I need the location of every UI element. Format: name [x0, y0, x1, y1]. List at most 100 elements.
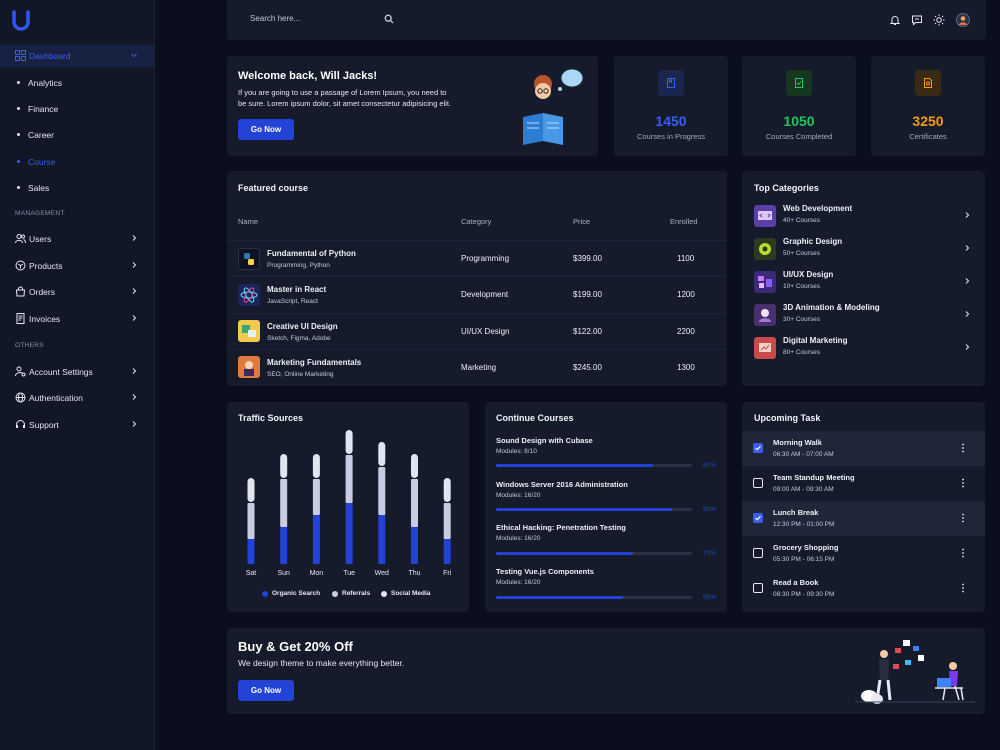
progress-percent: 70%: [702, 550, 716, 557]
category-name[interactable]: Digital Marketing: [783, 336, 847, 345]
bar-social-media-sun: [280, 454, 288, 478]
more-vertical-icon[interactable]: [959, 582, 967, 594]
sidebar-item-label: Dashboard: [29, 51, 71, 61]
sidebar-item-label: Sales: [28, 183, 50, 193]
traffic-sources-title: Traffic Sources: [238, 413, 304, 423]
task-checkbox[interactable]: [753, 513, 763, 523]
chevron-down-icon: [131, 53, 137, 58]
go-now-button[interactable]: Go Now: [238, 119, 294, 140]
sidebar-item-career[interactable]: Career: [0, 125, 155, 145]
category-name[interactable]: 3D Animation & Modeling: [783, 303, 880, 312]
task-title: Team Standup Meeting: [773, 473, 855, 482]
chevron-right-icon[interactable]: [963, 277, 971, 285]
promo-go-now-button[interactable]: Go Now: [238, 680, 294, 701]
task-row[interactable]: Lunch Break 12:30 PM - 01:00 PM: [742, 501, 985, 536]
sidebar-item-authentication[interactable]: Authentication: [0, 387, 155, 409]
task-checkbox[interactable]: [753, 443, 763, 453]
sidebar-item-invoices[interactable]: Invoices: [0, 308, 155, 330]
logo-icon[interactable]: [12, 10, 30, 32]
continue-course-title[interactable]: Testing Vue.js Components: [496, 567, 594, 576]
category-name[interactable]: Web Development: [783, 204, 852, 213]
task-time: 12:30 PM - 01:00 PM: [773, 521, 835, 528]
chevron-right-icon[interactable]: [963, 343, 971, 351]
react-icon: [238, 284, 260, 306]
sidebar-item-account-settings[interactable]: Account Settings: [0, 361, 155, 383]
course-tags: SEO, Online Marketing: [267, 371, 334, 378]
chevron-right-icon[interactable]: [963, 244, 971, 252]
axis-tick-label: Thu: [408, 570, 421, 577]
featured-course-card: [227, 171, 727, 386]
task-checkbox[interactable]: [753, 548, 763, 558]
globe-icon: [15, 392, 26, 403]
course-tags: JavaScript, React: [267, 298, 318, 305]
column-header-category: Category: [461, 217, 492, 226]
task-row[interactable]: Read a Book 08:30 PM - 09:30 PM: [742, 571, 985, 606]
course-price: $399.00: [573, 254, 602, 263]
chat-icon[interactable]: [911, 14, 923, 26]
course-name[interactable]: Marketing Fundamentals: [267, 358, 361, 367]
more-vertical-icon[interactable]: [959, 477, 967, 489]
category-count: 40+ Courses: [783, 217, 821, 224]
marketing-icon: [238, 356, 260, 378]
task-row[interactable]: Morning Walk 06:30 AM - 07:00 AM: [742, 431, 985, 466]
task-row[interactable]: Team Standup Meeting 09:00 AM - 09:30 AM: [742, 466, 985, 501]
course-name[interactable]: Master in React: [267, 285, 326, 294]
sidebar-item-products[interactable]: Products: [0, 255, 155, 277]
bar-social-media-mon: [312, 454, 320, 478]
category-name[interactable]: UI/UX Design: [783, 270, 833, 279]
sidebar-item-users[interactable]: Users: [0, 228, 155, 250]
sidebar-item-dashboard[interactable]: Dashboard: [0, 45, 155, 67]
bar-organic-search-mon: [312, 515, 320, 564]
bar-social-media-wed: [378, 442, 386, 466]
design-icon: [238, 320, 260, 342]
course-name[interactable]: Creative UI Design: [267, 322, 338, 331]
task-time: 06:30 AM - 07:00 AM: [773, 451, 834, 458]
sidebar-item-course[interactable]: Course: [0, 152, 155, 172]
bullet-icon: [17, 81, 20, 84]
progress-bar: [496, 464, 692, 467]
task-checkbox[interactable]: [753, 583, 763, 593]
course-price: $199.00: [573, 290, 602, 299]
sidebar-item-finance[interactable]: Finance: [0, 99, 155, 119]
bullet-icon: [17, 160, 20, 163]
stat-value: 1050: [783, 113, 815, 129]
bell-icon[interactable]: [889, 14, 901, 26]
avatar[interactable]: [956, 13, 970, 27]
sidebar-item-analytics[interactable]: Analytics: [0, 73, 155, 93]
sidebar-item-orders[interactable]: Orders: [0, 281, 155, 303]
task-checkbox[interactable]: [753, 478, 763, 488]
chevron-right-icon[interactable]: [963, 211, 971, 219]
course-name[interactable]: Fundamental of Python: [267, 249, 356, 258]
sidebar-item-sales[interactable]: Sales: [0, 178, 155, 198]
more-vertical-icon[interactable]: [959, 512, 967, 524]
web-development-icon: [754, 205, 776, 227]
chevron-right-icon[interactable]: [963, 310, 971, 318]
sun-icon[interactable]: [933, 14, 945, 26]
course-enrolled: 1200: [677, 290, 695, 299]
legend-marker-social: [381, 591, 387, 597]
divider: [227, 240, 727, 241]
continue-course-title[interactable]: Ethical Hacking: Penetration Testing: [496, 523, 626, 532]
bullet-icon: [17, 107, 20, 110]
bar-referrals-tue: [345, 455, 353, 503]
task-row[interactable]: Grocery Shopping 05:30 PM - 06:15 PM: [742, 536, 985, 571]
stat-label: Courses in Progress: [637, 132, 705, 141]
more-vertical-icon[interactable]: [959, 442, 967, 454]
axis-tick-label: Mon: [309, 570, 324, 577]
category-name[interactable]: Graphic Design: [783, 237, 842, 246]
divider: [227, 276, 727, 277]
bullet-icon: [17, 186, 20, 189]
search-input[interactable]: [250, 14, 380, 23]
search-icon[interactable]: [384, 14, 394, 24]
axis-tick-label: Fri: [443, 570, 452, 577]
axis-tick-label: Tue: [343, 570, 355, 577]
continue-course-title[interactable]: Windows Server 2016 Administration: [496, 480, 628, 489]
course-tags: Sketch, Figma, Adobe: [267, 335, 331, 342]
sidebar-item-support[interactable]: Support: [0, 414, 155, 436]
more-vertical-icon[interactable]: [959, 547, 967, 559]
sidebar-item-label: Orders: [29, 287, 55, 297]
chevron-right-icon: [132, 421, 137, 427]
bag-icon: [15, 286, 26, 297]
continue-course-title[interactable]: Sound Design with Cubase: [496, 436, 593, 445]
certificate-icon: [915, 70, 941, 96]
